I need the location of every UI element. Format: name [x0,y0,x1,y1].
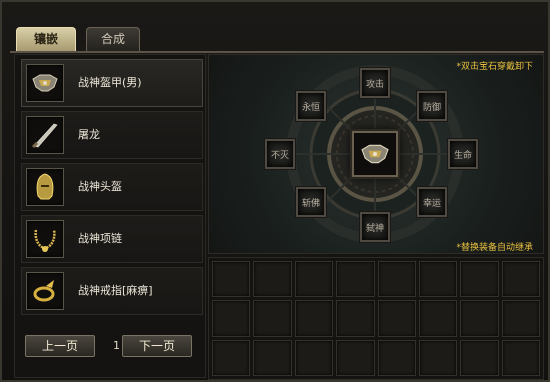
hint-auto-inherit: *替换装备自动继承 [456,243,533,253]
window-frame: 镶嵌 合成 战神盔甲(男) 屠龙 战神头盔 战神项链 战神戒指[麻痹] 上一页 … [0,0,550,382]
inventory-cell[interactable] [253,300,292,337]
socket-godslayer[interactable]: 弑神 [360,212,390,242]
inventory-cell[interactable] [336,339,375,376]
socket-buddha-slayer[interactable]: 斩佛 [296,187,326,217]
inventory-cell[interactable] [294,339,334,376]
prev-page-button[interactable]: 上一页 [25,335,95,357]
equipped-item-slot[interactable] [352,131,398,177]
list-item[interactable]: 战神戒指[麻痹] [21,267,203,315]
armor-icon [361,144,389,164]
socket-eternal[interactable]: 永恒 [296,91,326,121]
tab-divider [10,51,544,53]
inventory-cell[interactable] [336,261,375,298]
inventory-cell[interactable] [253,339,292,376]
equipment-list-panel: 战神盔甲(男) 屠龙 战神头盔 战神项链 战神戒指[麻痹] 上一页 1 下一页 [14,54,206,378]
item-name: 战神盔甲(男) [78,76,142,89]
item-name: 战神戒指[麻痹] [78,284,153,297]
list-item[interactable]: 屠龙 [21,111,203,159]
inventory-cell[interactable] [336,300,375,337]
tab-inlay[interactable]: 镶嵌 [16,27,76,51]
inventory-cell[interactable] [501,261,540,298]
next-page-button[interactable]: 下一页 [122,335,192,357]
sword-icon [31,123,58,149]
list-item[interactable]: 战神盔甲(男) [21,59,203,107]
inventory-cell[interactable] [418,261,458,298]
inventory-cell[interactable] [212,261,251,298]
socket-defense[interactable]: 防御 [417,91,447,121]
socket-immortal[interactable]: 不灭 [265,139,295,169]
inventory-cell[interactable] [460,300,499,337]
item-name: 屠龙 [78,128,100,141]
socket-luck[interactable]: 幸运 [417,187,447,217]
tab-synthesize[interactable]: 合成 [86,27,140,51]
page-number: 1 [113,339,120,352]
inventory-cell[interactable] [460,339,499,376]
item-slot [26,168,64,206]
necklace-icon [34,229,56,252]
gem-inventory-grid [208,257,544,380]
item-slot [26,220,64,258]
inventory-cell[interactable] [418,300,458,337]
inventory-cell[interactable] [460,261,499,298]
item-slot [26,272,64,310]
socket-panel: *双击宝石穿戴卸下 攻击 防御 生命 幸运 弑神 斩佛 不灭 永恒 *替换装备自… [208,54,544,254]
inventory-cell[interactable] [294,300,334,337]
inventory-cell[interactable] [212,339,251,376]
item-slot [26,116,64,154]
item-slot [26,64,64,102]
item-name: 战神头盔 [78,180,122,193]
inventory-cell[interactable] [501,300,540,337]
helmet-icon [36,173,54,200]
armor-icon [32,74,58,92]
inventory-cell[interactable] [294,261,334,298]
socket-attack[interactable]: 攻击 [360,68,390,98]
inventory-cell[interactable] [418,339,458,376]
inventory-cell[interactable] [377,339,416,376]
list-item[interactable]: 战神项链 [21,215,203,263]
socket-life[interactable]: 生命 [448,139,478,169]
inventory-cell[interactable] [377,261,416,298]
list-item[interactable]: 战神头盔 [21,163,203,211]
inventory-cell[interactable] [253,261,292,298]
ring-icon [33,280,55,302]
inventory-cell[interactable] [377,300,416,337]
inventory-cell[interactable] [501,339,540,376]
item-name: 战神项链 [78,232,122,245]
inventory-cell[interactable] [212,300,251,337]
